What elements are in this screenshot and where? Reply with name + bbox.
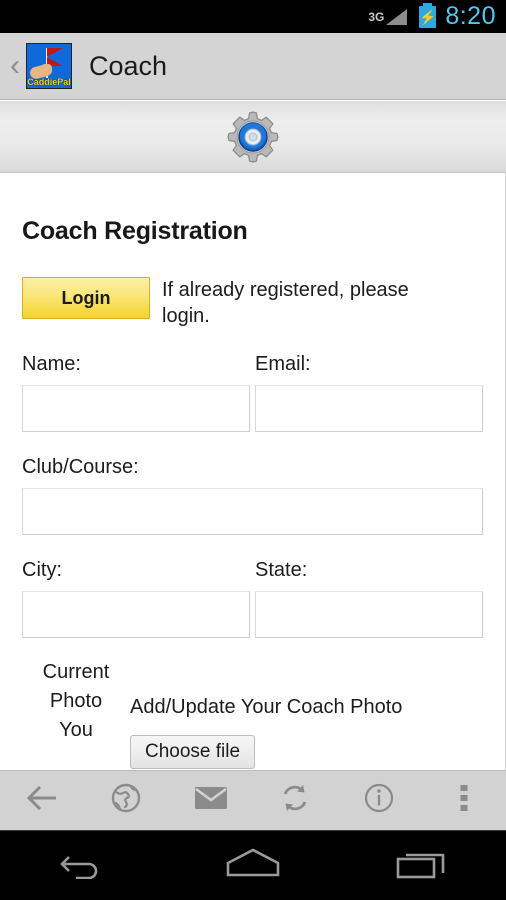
toolbar-overflow-button[interactable] — [422, 771, 506, 830]
photo-section: Current Photo You Add/Update Your Coach … — [22, 658, 483, 769]
name-field-group: Name: — [22, 351, 250, 432]
name-input[interactable] — [22, 385, 250, 432]
email-field-group: Email: — [255, 351, 483, 432]
registration-form: Coach Registration Login If already regi… — [0, 217, 505, 769]
choose-file-button[interactable]: Choose file — [130, 735, 256, 769]
phone-screen: 3G ⚡ 8:20 ‹ CaddiePal Coach Coach Regist… — [0, 0, 506, 900]
state-label: State: — [255, 559, 308, 581]
email-input[interactable] — [255, 385, 483, 432]
state-field-group: State: — [255, 557, 483, 638]
toolbar-info-button[interactable] — [337, 771, 421, 830]
login-row: Login If already registered, please logi… — [22, 277, 483, 329]
nav-home-icon — [225, 847, 281, 884]
back-icon — [25, 783, 59, 818]
info-icon — [364, 783, 394, 818]
city-input[interactable] — [22, 591, 250, 638]
nav-recents-icon — [396, 847, 448, 884]
current-photo-label: Current Photo — [42, 661, 110, 712]
club-course-input[interactable] — [22, 488, 483, 535]
browser-toolbar — [0, 770, 506, 830]
current-photo-value: You — [59, 719, 93, 741]
toolbar-back-button[interactable] — [0, 771, 84, 830]
action-bar: ‹ CaddiePal Coach — [0, 33, 506, 100]
current-photo-column: Current Photo You — [22, 658, 130, 745]
app-brand-label: CaddiePal — [27, 77, 71, 87]
state-input[interactable] — [255, 591, 483, 638]
caddiepal-app-icon[interactable]: CaddiePal — [26, 43, 72, 89]
site-header-banner — [0, 101, 506, 173]
toolbar-refresh-button[interactable] — [253, 771, 337, 830]
form-heading: Coach Registration — [22, 217, 248, 245]
page-title: Coach — [89, 50, 168, 81]
name-email-row: Name: Email: — [22, 351, 483, 432]
fist-shape — [41, 64, 52, 75]
battery-charging-icon: ⚡ — [419, 2, 437, 28]
nav-back-icon — [59, 847, 109, 884]
club-course-row: Club/Course: — [22, 454, 483, 535]
city-field-group: City: — [22, 557, 250, 638]
overflow-menu-icon — [459, 784, 469, 817]
nav-recents-button[interactable] — [337, 847, 506, 884]
signal-bars-icon — [385, 8, 408, 25]
network-type-label: 3G — [368, 9, 385, 24]
webview-content[interactable]: Coach Registration Login If already regi… — [0, 173, 506, 770]
email-label: Email: — [255, 353, 311, 375]
envelope-icon — [194, 785, 228, 816]
android-nav-bar — [0, 830, 506, 900]
nav-home-button[interactable] — [169, 847, 338, 884]
club-course-label: Club/Course: — [22, 456, 139, 478]
status-bar: 3G ⚡ 8:20 — [0, 0, 506, 33]
chevron-left-icon[interactable]: ‹ — [4, 51, 26, 81]
city-state-row: City: State: — [22, 557, 483, 638]
refresh-icon — [280, 783, 310, 818]
photo-upload-column: Add/Update Your Coach Photo Choose file — [130, 658, 483, 769]
club-course-field-group: Club/Course: — [22, 454, 483, 535]
toolbar-browser-button[interactable] — [84, 771, 168, 830]
name-label: Name: — [22, 353, 81, 375]
login-button[interactable]: Login — [22, 277, 150, 319]
clock-label: 8:20 — [445, 2, 496, 30]
toolbar-mail-button[interactable] — [169, 771, 253, 830]
globe-icon — [111, 783, 141, 818]
nav-back-button[interactable] — [0, 847, 169, 884]
login-note: If already registered, please login. — [162, 279, 409, 327]
photo-upload-caption: Add/Update Your Coach Photo — [130, 696, 403, 718]
gear-icon — [225, 109, 281, 165]
city-label: City: — [22, 559, 62, 581]
